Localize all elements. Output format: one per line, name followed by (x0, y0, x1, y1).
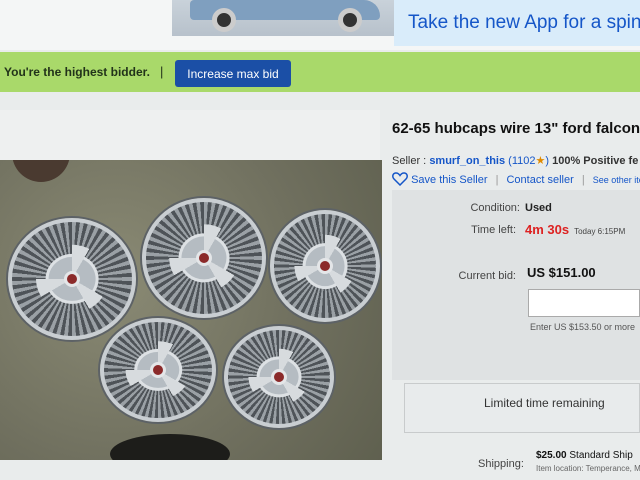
time-left-label: Time left: (471, 224, 516, 236)
time-left-end: Today 6:15PM (574, 227, 626, 236)
actions-divider: | (495, 174, 499, 186)
condition-label: Condition: (470, 202, 520, 214)
highest-bidder-message: You're the highest bidder. (4, 65, 150, 79)
seller-info: Seller : smurf_on_this (1102★) 100% Posi… (392, 154, 638, 167)
hubcap-image (224, 326, 334, 428)
seller-name-link[interactable]: smurf_on_this (429, 155, 505, 167)
hubcap-image (100, 318, 216, 422)
shipping-label: Shipping: (478, 458, 524, 470)
contact-seller-link[interactable]: Contact seller (506, 174, 573, 186)
positive-feedback: 100% Positive fe (552, 155, 639, 167)
bid-amount-input[interactable] (528, 289, 640, 317)
time-left-row: 4m 30s Today 6:15PM (525, 222, 625, 237)
feedback-star-icon: ★ (535, 155, 546, 167)
hubcap-center (150, 362, 166, 378)
feedback-count[interactable]: (1102 (508, 155, 535, 167)
seller-actions: Save this Seller | Contact seller | See … (392, 172, 640, 186)
current-bid-label: Current bid: (458, 270, 516, 282)
banner-ad-text[interactable]: Take the new App for a spin (408, 12, 640, 34)
listing-photo[interactable] (0, 160, 382, 460)
banner-car-wheel (338, 8, 362, 32)
page-header-area (0, 110, 380, 160)
banner-car-wheel (212, 8, 236, 32)
hubcap-image (270, 210, 380, 322)
shipping-method: Standard Ship (569, 450, 633, 461)
save-seller-link[interactable]: Save this Seller (411, 174, 487, 186)
feedback-close: ) (545, 155, 550, 167)
bid-bar-separator: | (160, 64, 164, 79)
increase-max-bid-button[interactable]: Increase max bid (175, 60, 291, 87)
item-location: Item location: Temperance, M (536, 464, 640, 473)
shipping-value: $25.00 Standard Ship (536, 450, 633, 461)
hubcap-center (317, 258, 333, 274)
limited-time-text: Limited time remaining (484, 396, 605, 410)
listing-title: 62-65 hubcaps wire 13" ford falcon r (392, 120, 640, 137)
current-bid-value: US $151.00 (527, 265, 596, 280)
shipping-price: $25.00 (536, 450, 567, 461)
photo-shadow (110, 434, 230, 460)
top-ad-banner[interactable]: Take the new App for a spin (0, 0, 640, 50)
foot-in-photo (12, 160, 70, 182)
hubcap-center (64, 271, 80, 287)
banner-car-image (172, 0, 394, 36)
heart-icon[interactable] (392, 172, 408, 186)
condition-value: Used (525, 202, 552, 214)
seller-label: Seller : (392, 155, 427, 167)
hubcap-center (196, 250, 212, 266)
actions-divider: | (581, 174, 585, 186)
hubcap-image (142, 198, 266, 318)
bid-amount-hint: Enter US $153.50 or more (530, 322, 636, 332)
hubcap-image (8, 218, 136, 340)
bid-details-panel (392, 190, 640, 380)
time-left-value: 4m 30s (525, 222, 570, 237)
see-other-items-link[interactable]: See other items (593, 175, 640, 185)
hubcap-center (271, 369, 287, 385)
